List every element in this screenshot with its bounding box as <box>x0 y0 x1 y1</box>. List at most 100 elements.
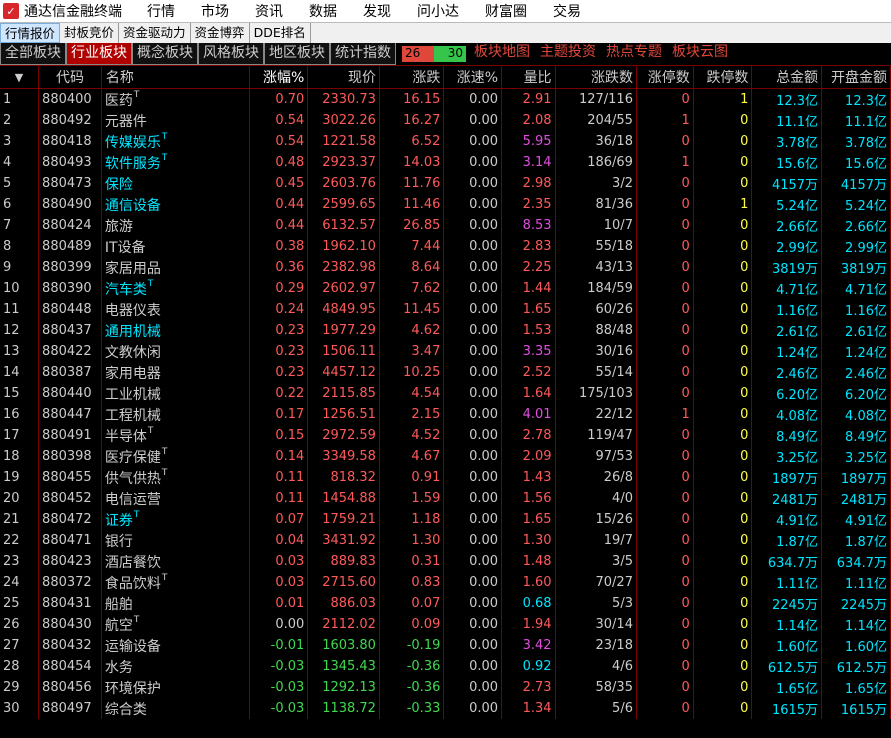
subtab-4[interactable]: DDE排名 <box>250 23 311 43</box>
sector-name-text[interactable]: 综合类 <box>105 702 147 718</box>
menu-item-0[interactable]: 行情 <box>134 1 188 21</box>
sector-tab-5[interactable]: 统计指数 <box>330 43 396 65</box>
sector-link-3[interactable]: 板块云图 <box>672 43 728 65</box>
table-row[interactable]: 20 880452 电信运营 0.11 1454.88 1.59 0.00 1.56 4/0 0 0… <box>0 488 891 509</box>
sector-name-text[interactable]: 通用机械 <box>105 324 161 340</box>
sector-tab-0[interactable]: 全部板块 <box>0 43 66 65</box>
sector-name[interactable]: 运输设备 <box>101 635 250 656</box>
sector-name[interactable]: 通用机械 <box>101 320 250 341</box>
col-header-11[interactable]: 总金额 <box>751 66 823 89</box>
sector-name-text[interactable]: 家居用品 <box>105 261 161 277</box>
col-header-8[interactable]: 涨跌数 <box>555 66 637 89</box>
table-row[interactable]: 13 880422 文教休闲 0.23 1506.11 3.47 0.00 3.35 30/16… <box>0 341 891 362</box>
subtab-2[interactable]: 资金驱动力 <box>119 23 191 43</box>
table-row[interactable]: 19 880455 供气供热T 0.11 818.32 0.91 0.00 1.43 26/8 0… <box>0 467 891 488</box>
col-header-1[interactable]: 代码 <box>38 66 102 89</box>
table-row[interactable]: 23 880423 酒店餐饮 0.03 889.83 0.31 0.00 1.48 3/5 0 0 6… <box>0 551 891 572</box>
menu-item-7[interactable]: 交易 <box>540 1 594 21</box>
sector-tab-4[interactable]: 地区板块 <box>264 43 330 65</box>
sector-name-text[interactable]: 医疗保健 <box>105 450 161 466</box>
sector-name-text[interactable]: 电信运营 <box>105 492 161 508</box>
sector-name-text[interactable]: 软件服务 <box>105 156 161 172</box>
sector-name-text[interactable]: 工程机械 <box>105 408 161 424</box>
table-row[interactable]: 30 880497 综合类 -0.03 1138.72 -0.33 0.00 1.34 5/6 0… <box>0 698 891 719</box>
sector-name-text[interactable]: 水务 <box>105 660 133 676</box>
sector-name-text[interactable]: 运输设备 <box>105 639 161 655</box>
sector-name[interactable]: 酒店餐饮 <box>101 551 250 572</box>
sector-name[interactable]: 船舶 <box>101 593 250 614</box>
sector-name[interactable]: 保险 <box>101 173 250 194</box>
sector-name-text[interactable]: 工业机械 <box>105 387 161 403</box>
table-row[interactable]: 24 880372 食品饮料T 0.03 2715.60 0.83 0.00 1.60 70/2… <box>0 572 891 593</box>
sector-name-text[interactable]: 半导体 <box>105 429 147 445</box>
sector-name-text[interactable]: 文教休闲 <box>105 345 161 361</box>
sector-name[interactable]: 工业机械 <box>101 383 250 404</box>
table-row[interactable]: 2 880492 元器件 0.54 3022.26 16.27 0.00 2.08 204/55… <box>0 110 891 131</box>
table-row[interactable]: 16 880447 工程机械 0.17 1256.51 2.15 0.00 4.01 22/12… <box>0 404 891 425</box>
sector-name[interactable]: 供气供热T <box>101 467 250 488</box>
sector-name[interactable]: 半导体T <box>101 425 250 446</box>
menu-item-6[interactable]: 财富圈 <box>472 1 540 21</box>
table-row[interactable]: 9 880399 家居用品 0.36 2382.98 8.64 0.00 2.25 43/13 0… <box>0 257 891 278</box>
sector-name[interactable]: 综合类 <box>101 698 250 719</box>
col-header-2[interactable]: 名称 <box>101 66 250 89</box>
table-row[interactable]: 5 880473 保险 0.45 2603.76 11.76 0.00 2.98 3/2 0 0 41… <box>0 173 891 194</box>
sector-tab-2[interactable]: 概念板块 <box>132 43 198 65</box>
sector-name-text[interactable]: 船舶 <box>105 597 133 613</box>
table-row[interactable]: 15 880440 工业机械 0.22 2115.85 4.54 0.00 1.64 175/1… <box>0 383 891 404</box>
table-row[interactable]: 22 880471 银行 0.04 3431.92 1.30 0.00 1.30 19/7 0 0 1… <box>0 530 891 551</box>
sector-name[interactable]: IT设备 <box>101 236 250 257</box>
sector-link-0[interactable]: 板块地图 <box>474 43 530 65</box>
col-header-12[interactable]: 开盘金额 <box>821 66 891 89</box>
menu-item-4[interactable]: 发现 <box>350 1 404 21</box>
sector-name-text[interactable]: 通信设备 <box>105 198 161 214</box>
col-header-10[interactable]: 跌停数 <box>693 66 753 89</box>
sector-name-text[interactable]: 家用电器 <box>105 366 161 382</box>
sector-name[interactable]: 医药T <box>101 88 250 110</box>
sector-name-text[interactable]: 电器仪表 <box>105 303 161 319</box>
sector-name-text[interactable]: 元器件 <box>105 114 147 130</box>
sector-link-2[interactable]: 热点专题 <box>606 43 662 65</box>
table-row[interactable]: 17 880491 半导体T 0.15 2972.59 4.52 0.00 2.78 119/4… <box>0 425 891 446</box>
sector-name[interactable]: 软件服务T <box>101 152 250 173</box>
table-row[interactable]: 29 880456 环境保护 -0.03 1292.13 -0.36 0.00 2.73 58/… <box>0 677 891 698</box>
sector-name[interactable]: 家用电器 <box>101 362 250 383</box>
sector-name[interactable]: 银行 <box>101 530 250 551</box>
table-row[interactable]: 3 880418 传媒娱乐T 0.54 1221.58 6.52 0.00 5.95 36/18… <box>0 131 891 152</box>
table-row[interactable]: 21 880472 证券T 0.07 1759.21 1.18 0.00 1.65 15/26 0… <box>0 509 891 530</box>
sector-tab-3[interactable]: 风格板块 <box>198 43 264 65</box>
table-row[interactable]: 14 880387 家用电器 0.23 4457.12 10.25 0.00 2.52 55/1… <box>0 362 891 383</box>
table-row[interactable]: 4 880493 软件服务T 0.48 2923.37 14.03 0.00 3.14 186/… <box>0 152 891 173</box>
col-header-4[interactable]: 现价 <box>307 66 380 89</box>
table-row[interactable]: 8 880489 IT设备 0.38 1962.10 7.44 0.00 2.83 55/18 0… <box>0 236 891 257</box>
sector-name[interactable]: 传媒娱乐T <box>101 131 250 152</box>
table-row[interactable]: 26 880430 航空T 0.00 2112.02 0.09 0.00 1.94 30/14 0… <box>0 614 891 635</box>
sector-name-text[interactable]: 证券 <box>105 513 133 529</box>
sector-name-text[interactable]: 保险 <box>105 177 133 193</box>
sector-name[interactable]: 文教休闲 <box>101 341 250 362</box>
col-header-3[interactable]: 涨幅% <box>249 66 309 89</box>
sector-name[interactable]: 环境保护 <box>101 677 250 698</box>
menu-item-5[interactable]: 问小达 <box>404 1 472 21</box>
subtab-0[interactable]: 行情报价 <box>0 23 61 43</box>
subtab-3[interactable]: 资金博弈 <box>191 23 250 43</box>
sector-name-text[interactable]: 银行 <box>105 534 133 550</box>
sector-name-text[interactable]: 航空 <box>105 618 133 634</box>
menu-item-1[interactable]: 市场 <box>188 1 242 21</box>
table-row[interactable]: 10 880390 汽车类T 0.29 2602.97 7.62 0.00 1.44 184/5… <box>0 278 891 299</box>
sector-name-text[interactable]: IT设备 <box>105 240 146 256</box>
sector-name-text[interactable]: 传媒娱乐 <box>105 135 161 151</box>
table-row[interactable]: 11 880448 电器仪表 0.24 4849.95 11.45 0.00 1.65 60/2… <box>0 299 891 320</box>
sector-name[interactable]: 元器件 <box>101 110 250 131</box>
sector-name-text[interactable]: 医药 <box>105 93 133 109</box>
sector-name[interactable]: 航空T <box>101 614 250 635</box>
sector-name-text[interactable]: 供气供热 <box>105 471 161 487</box>
sector-name[interactable]: 电器仪表 <box>101 299 250 320</box>
table-row[interactable]: 27 880432 运输设备 -0.01 1603.80 -0.19 0.00 3.42 23/… <box>0 635 891 656</box>
sector-name[interactable]: 旅游 <box>101 215 250 236</box>
col-header-6[interactable]: 涨速% <box>443 66 503 89</box>
sector-name[interactable]: 汽车类T <box>101 278 250 299</box>
sector-name[interactable]: 证券T <box>101 509 250 530</box>
table-row[interactable]: 25 880431 船舶 0.01 886.03 0.07 0.00 0.68 5/3 0 0 224… <box>0 593 891 614</box>
sector-name-text[interactable]: 环境保护 <box>105 681 161 697</box>
